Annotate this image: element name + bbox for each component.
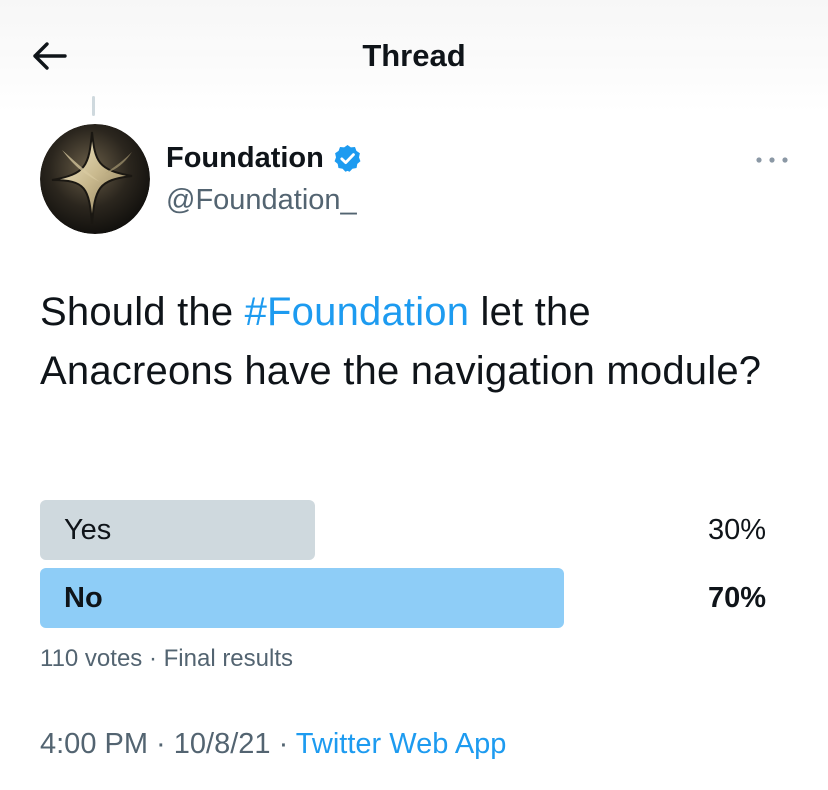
- more-options-button[interactable]: [752, 150, 792, 170]
- verified-badge-icon: [334, 144, 361, 172]
- poll-summary: 110 votes · Final results: [40, 645, 293, 673]
- page-title: Thread: [362, 38, 466, 73]
- tweet-text-prefix: Should the: [40, 290, 245, 334]
- tweet-source-link[interactable]: Twitter Web App: [296, 728, 507, 760]
- author-name[interactable]: Foundation: [166, 142, 363, 175]
- tweet-time[interactable]: 4:00 PM: [40, 728, 148, 760]
- author-name-text: Foundation: [166, 142, 324, 174]
- hashtag-link[interactable]: #Foundation: [245, 290, 470, 334]
- poll-option-no: No 70%: [40, 568, 766, 628]
- tweet-text: Should the #Foundation let the Anacreons…: [40, 283, 780, 401]
- more-horizontal-icon: [756, 157, 788, 163]
- poll-option-percent: 30%: [707, 514, 766, 546]
- foundation-logo-icon: [40, 124, 150, 234]
- tweet-metadata: 4:00 PM · 10/8/21 · Twitter Web App: [40, 728, 506, 761]
- avatar[interactable]: [40, 124, 150, 234]
- separator: ·: [270, 728, 296, 760]
- top-bar: Thread: [0, 0, 828, 112]
- thread-page: Thread Foundation @Foundation_ Should th…: [0, 0, 828, 790]
- author-handle[interactable]: @Foundation_: [166, 184, 357, 217]
- poll-bar: [40, 568, 564, 628]
- poll-status: Final results: [163, 645, 293, 672]
- separator: ·: [142, 645, 164, 672]
- vote-count: 110 votes: [40, 645, 143, 672]
- poll-option-yes: Yes 30%: [40, 500, 766, 560]
- separator: ·: [148, 728, 174, 760]
- tweet-date[interactable]: 10/8/21: [174, 728, 271, 760]
- poll-option-label: Yes: [64, 514, 112, 546]
- poll-option-percent: 70%: [707, 582, 766, 614]
- poll-option-label: No: [64, 582, 103, 614]
- thread-connector-line: [92, 96, 95, 116]
